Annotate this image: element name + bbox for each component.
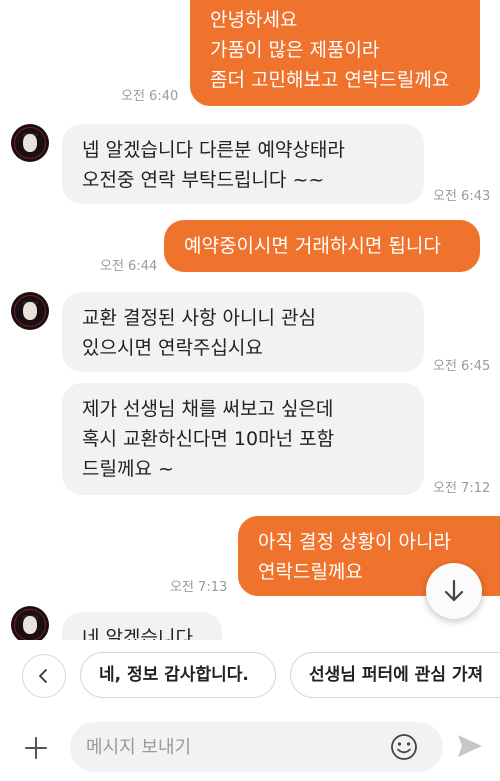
- message-bubble-outgoing[interactable]: 안녕하세요 가품이 많은 제품이라 좀더 고민해보고 연락드릴께요: [190, 0, 480, 106]
- message-time: 오전 6:45: [433, 359, 491, 374]
- message-time: 오전 7:12: [433, 481, 491, 496]
- chevron-left-icon: [39, 669, 47, 683]
- message-bubble-outgoing[interactable]: 예약중이시면 거래하시면 됩니다: [164, 220, 480, 272]
- message-bubble-incoming[interactable]: 제가 선생님 채를 써보고 싶은데 혹시 교환하신다면 10마넌 포함 드릴께요…: [62, 383, 424, 495]
- quick-reply-chip[interactable]: 선생님 퍼터에 관심 가져: [290, 652, 500, 698]
- message-bubble-incoming[interactable]: 넵 알겠습니다 다른분 예약상태라 오전중 연락 부탁드립니다 ~~: [62, 124, 424, 204]
- send-button[interactable]: [455, 732, 487, 762]
- message-time: 오전 6:43: [433, 189, 491, 204]
- smiley-icon: [391, 734, 417, 760]
- message-time: 오전 7:13: [170, 580, 228, 595]
- message-time: 오전 6:44: [100, 259, 158, 274]
- arrow-down-icon: [444, 579, 464, 602]
- attach-button[interactable]: [18, 730, 54, 766]
- emoji-button[interactable]: [389, 732, 419, 762]
- quick-reply-back-button[interactable]: [22, 654, 66, 698]
- avatar[interactable]: [11, 124, 49, 162]
- quick-reply-chip[interactable]: 네, 정보 감사합니다.: [80, 652, 276, 698]
- plus-icon: [25, 737, 47, 759]
- send-icon: [458, 735, 482, 757]
- scroll-down-button[interactable]: [426, 563, 482, 619]
- avatar[interactable]: [11, 292, 49, 330]
- message-time: 오전 6:40: [121, 89, 179, 104]
- message-input[interactable]: [70, 722, 443, 772]
- avatar[interactable]: [11, 606, 49, 640]
- chat-area[interactable]: 안녕하세요 가품이 많은 제품이라 좀더 고민해보고 연락드릴께요 오전 6:4…: [0, 0, 500, 640]
- message-bubble-incoming[interactable]: 교환 결정된 사항 아니니 관심 있으시면 연락주십시요: [62, 292, 424, 372]
- message-bubble-incoming[interactable]: 네 알겠습니다: [62, 612, 222, 640]
